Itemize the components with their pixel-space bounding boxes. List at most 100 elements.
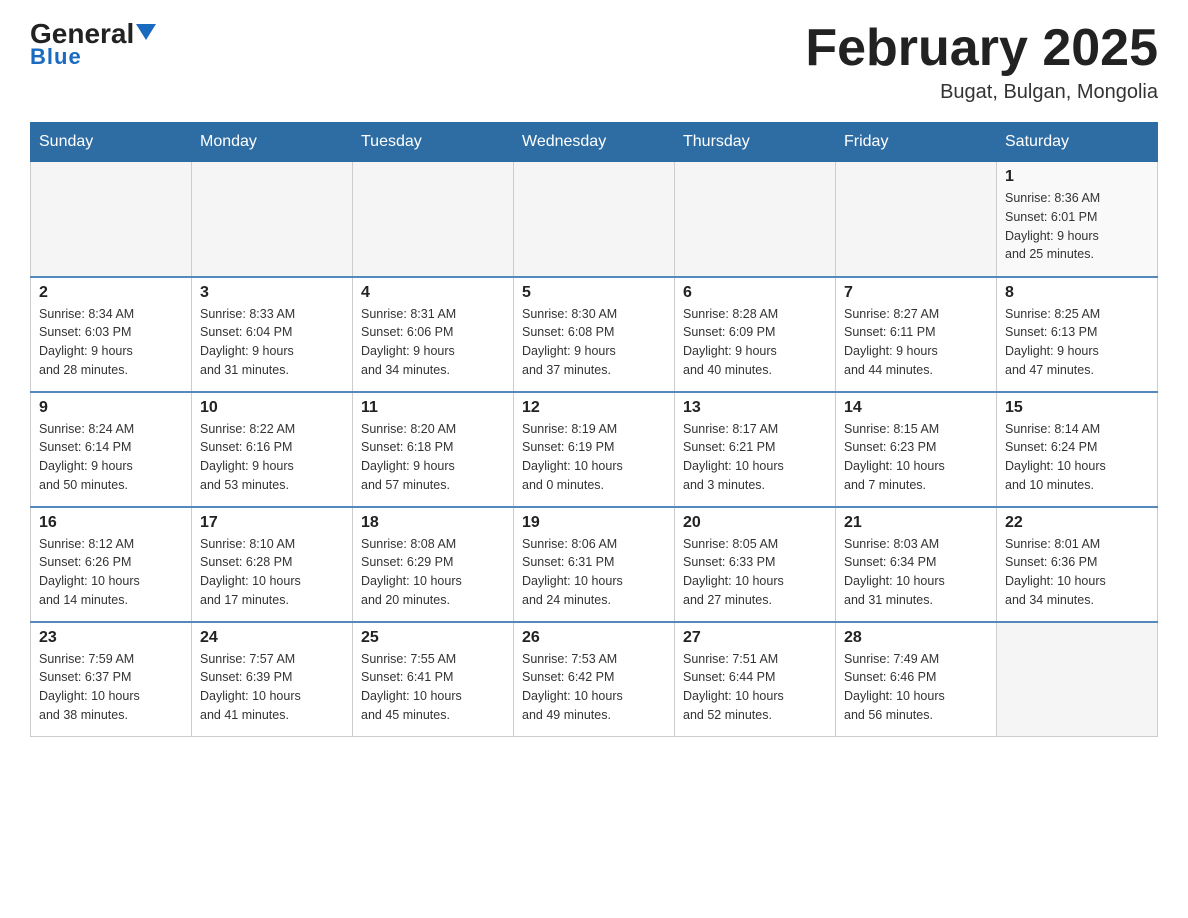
header-friday: Friday	[836, 123, 997, 162]
header-saturday: Saturday	[997, 123, 1158, 162]
day-cell: 7 Sunrise: 8:27 AM Sunset: 6:11 PM Daylig…	[836, 277, 997, 392]
day-cell: 27Sunrise: 7:51 AM Sunset: 6:44 PM Dayli…	[675, 622, 836, 737]
day-info: Sunrise: 8:03 AM Sunset: 6:34 PM Dayligh…	[844, 535, 988, 610]
day-cell: 12 Sunrise: 8:19 AM Sunset: 6:19 PM Dayli…	[514, 392, 675, 507]
day-info: Sunrise: 8:19 AM Sunset: 6:19 PM Dayligh…	[522, 420, 666, 495]
day-info: Sunrise: 8:25 AM Sunset: 6:13 PM Dayligh…	[1005, 305, 1149, 380]
week-row-5: 23 Sunrise: 7:59 AM Sunset: 6:37 PM Dayli…	[31, 622, 1158, 737]
location-title: Bugat, Bulgan, Mongolia	[805, 81, 1158, 104]
day-number: 26	[522, 629, 666, 647]
day-cell	[836, 162, 997, 277]
title-area: February 2025 Bugat, Bulgan, Mongolia	[805, 20, 1158, 104]
day-number: 12	[522, 399, 666, 417]
day-info: Sunrise: 7:59 AM Sunset: 6:37 PM Dayligh…	[39, 650, 183, 725]
week-row-1: 1 Sunrise: 8:36 AM Sunset: 6:01 PM Daylig…	[31, 162, 1158, 277]
header-monday: Monday	[192, 123, 353, 162]
day-info: Sunrise: 8:12 AM Sunset: 6:26 PM Dayligh…	[39, 535, 183, 610]
header: General Blue February 2025 Bugat, Bulgan…	[30, 20, 1158, 104]
day-info: Sunrise: 8:17 AM Sunset: 6:21 PM Dayligh…	[683, 420, 827, 495]
day-cell: 3 Sunrise: 8:33 AM Sunset: 6:04 PM Daylig…	[192, 277, 353, 392]
day-number: 19	[522, 514, 666, 532]
day-info: Sunrise: 8:08 AM Sunset: 6:29 PM Dayligh…	[361, 535, 505, 610]
day-cell: 6 Sunrise: 8:28 AM Sunset: 6:09 PM Daylig…	[675, 277, 836, 392]
day-info: Sunrise: 8:34 AM Sunset: 6:03 PM Dayligh…	[39, 305, 183, 380]
day-info: Sunrise: 8:22 AM Sunset: 6:16 PM Dayligh…	[200, 420, 344, 495]
header-wednesday: Wednesday	[514, 123, 675, 162]
day-info: Sunrise: 7:53 AM Sunset: 6:42 PM Dayligh…	[522, 650, 666, 725]
day-info: Sunrise: 8:28 AM Sunset: 6:09 PM Dayligh…	[683, 305, 827, 380]
day-info: Sunrise: 8:27 AM Sunset: 6:11 PM Dayligh…	[844, 305, 988, 380]
day-cell: 28 Sunrise: 7:49 AM Sunset: 6:46 PM Dayli…	[836, 622, 997, 737]
day-cell: 18 Sunrise: 8:08 AM Sunset: 6:29 PM Dayli…	[353, 507, 514, 622]
day-number: 7	[844, 284, 988, 302]
week-row-2: 2 Sunrise: 8:34 AM Sunset: 6:03 PM Daylig…	[31, 277, 1158, 392]
weekday-header-row: Sunday Monday Tuesday Wednesday Thursday…	[31, 123, 1158, 162]
day-cell: 17 Sunrise: 8:10 AM Sunset: 6:28 PM Dayli…	[192, 507, 353, 622]
day-info: Sunrise: 8:30 AM Sunset: 6:08 PM Dayligh…	[522, 305, 666, 380]
week-row-4: 16 Sunrise: 8:12 AM Sunset: 6:26 PM Dayli…	[31, 507, 1158, 622]
day-number: 21	[844, 514, 988, 532]
day-cell: 22 Sunrise: 8:01 AM Sunset: 6:36 PM Dayli…	[997, 507, 1158, 622]
day-cell: 15 Sunrise: 8:14 AM Sunset: 6:24 PM Dayli…	[997, 392, 1158, 507]
day-number: 20	[683, 514, 827, 532]
day-cell: 8 Sunrise: 8:25 AM Sunset: 6:13 PM Daylig…	[997, 277, 1158, 392]
day-info: Sunrise: 8:20 AM Sunset: 6:18 PM Dayligh…	[361, 420, 505, 495]
day-number: 15	[1005, 399, 1149, 417]
day-cell: 2 Sunrise: 8:34 AM Sunset: 6:03 PM Daylig…	[31, 277, 192, 392]
day-info: Sunrise: 8:14 AM Sunset: 6:24 PM Dayligh…	[1005, 420, 1149, 495]
day-number: 8	[1005, 284, 1149, 302]
day-number: 16	[39, 514, 183, 532]
day-info: Sunrise: 8:05 AM Sunset: 6:33 PM Dayligh…	[683, 535, 827, 610]
day-number: 22	[1005, 514, 1149, 532]
day-info: Sunrise: 8:33 AM Sunset: 6:04 PM Dayligh…	[200, 305, 344, 380]
day-cell: 4Sunrise: 8:31 AM Sunset: 6:06 PM Daylig…	[353, 277, 514, 392]
day-number: 17	[200, 514, 344, 532]
day-info: Sunrise: 8:36 AM Sunset: 6:01 PM Dayligh…	[1005, 189, 1149, 264]
day-number: 25	[361, 629, 505, 647]
day-cell: 14Sunrise: 8:15 AM Sunset: 6:23 PM Dayli…	[836, 392, 997, 507]
day-cell: 9Sunrise: 8:24 AM Sunset: 6:14 PM Daylig…	[31, 392, 192, 507]
day-cell: 1 Sunrise: 8:36 AM Sunset: 6:01 PM Daylig…	[997, 162, 1158, 277]
day-info: Sunrise: 7:57 AM Sunset: 6:39 PM Dayligh…	[200, 650, 344, 725]
logo-blue: Blue	[30, 44, 82, 70]
day-info: Sunrise: 8:06 AM Sunset: 6:31 PM Dayligh…	[522, 535, 666, 610]
day-number: 10	[200, 399, 344, 417]
day-cell	[514, 162, 675, 277]
day-number: 4	[361, 284, 505, 302]
day-cell: 26 Sunrise: 7:53 AM Sunset: 6:42 PM Dayli…	[514, 622, 675, 737]
day-info: Sunrise: 8:01 AM Sunset: 6:36 PM Dayligh…	[1005, 535, 1149, 610]
day-number: 18	[361, 514, 505, 532]
day-cell	[675, 162, 836, 277]
day-cell: 16 Sunrise: 8:12 AM Sunset: 6:26 PM Dayli…	[31, 507, 192, 622]
day-cell: 13 Sunrise: 8:17 AM Sunset: 6:21 PM Dayli…	[675, 392, 836, 507]
header-thursday: Thursday	[675, 123, 836, 162]
day-cell	[997, 622, 1158, 737]
day-info: Sunrise: 8:15 AM Sunset: 6:23 PM Dayligh…	[844, 420, 988, 495]
day-number: 28	[844, 629, 988, 647]
logo: General Blue	[30, 20, 156, 70]
day-cell: 19 Sunrise: 8:06 AM Sunset: 6:31 PM Dayli…	[514, 507, 675, 622]
day-number: 6	[683, 284, 827, 302]
day-number: 23	[39, 629, 183, 647]
day-cell: 23 Sunrise: 7:59 AM Sunset: 6:37 PM Dayli…	[31, 622, 192, 737]
day-cell: 24 Sunrise: 7:57 AM Sunset: 6:39 PM Dayli…	[192, 622, 353, 737]
day-number: 24	[200, 629, 344, 647]
day-number: 27	[683, 629, 827, 647]
day-cell: 5 Sunrise: 8:30 AM Sunset: 6:08 PM Daylig…	[514, 277, 675, 392]
day-cell	[31, 162, 192, 277]
week-row-3: 9Sunrise: 8:24 AM Sunset: 6:14 PM Daylig…	[31, 392, 1158, 507]
day-cell	[192, 162, 353, 277]
day-number: 13	[683, 399, 827, 417]
day-number: 5	[522, 284, 666, 302]
header-tuesday: Tuesday	[353, 123, 514, 162]
day-cell: 20 Sunrise: 8:05 AM Sunset: 6:33 PM Dayli…	[675, 507, 836, 622]
day-number: 3	[200, 284, 344, 302]
day-cell: 10 Sunrise: 8:22 AM Sunset: 6:16 PM Dayli…	[192, 392, 353, 507]
day-info: Sunrise: 8:10 AM Sunset: 6:28 PM Dayligh…	[200, 535, 344, 610]
day-info: Sunrise: 8:24 AM Sunset: 6:14 PM Dayligh…	[39, 420, 183, 495]
day-info: Sunrise: 7:49 AM Sunset: 6:46 PM Dayligh…	[844, 650, 988, 725]
day-number: 2	[39, 284, 183, 302]
logo-triangle-icon	[136, 24, 156, 40]
day-number: 1	[1005, 168, 1149, 186]
day-cell	[353, 162, 514, 277]
